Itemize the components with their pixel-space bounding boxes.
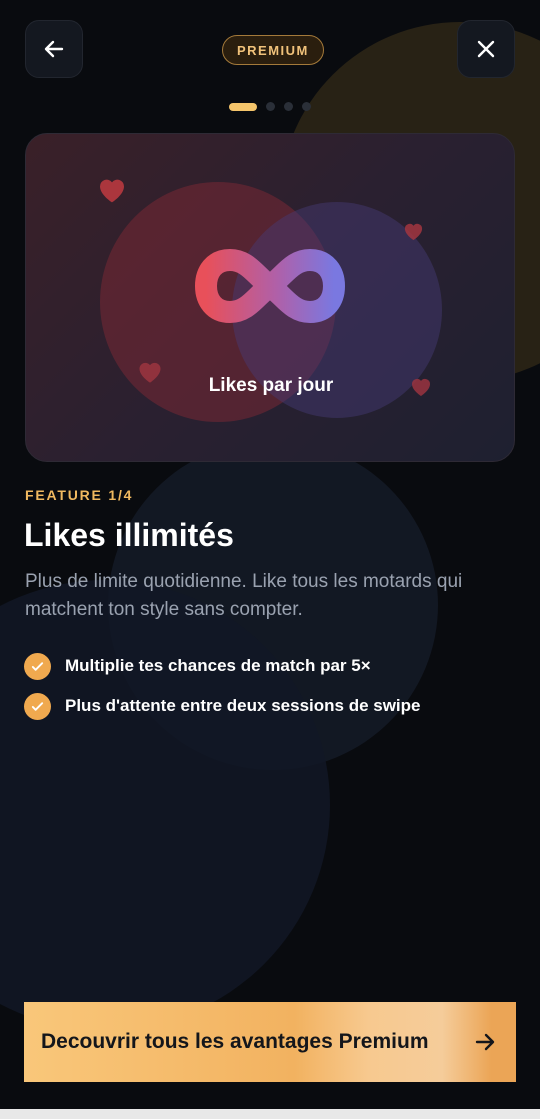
close-button[interactable] bbox=[457, 20, 515, 78]
benefit-text: Multiplie tes chances de match par 5× bbox=[65, 656, 371, 675]
feature-title: Likes illimités bbox=[24, 517, 234, 553]
discover-premium-button[interactable]: Decouvrir tous les avantages Premium bbox=[24, 1002, 516, 1082]
page-dot-active[interactable] bbox=[229, 102, 257, 111]
feature-illustration-card: Likes par jour bbox=[25, 133, 515, 462]
arrow-left-icon bbox=[44, 40, 64, 58]
page-dot[interactable] bbox=[302, 102, 311, 111]
system-navigation-bar bbox=[0, 1109, 540, 1119]
heart-icon bbox=[404, 223, 423, 241]
page-dot[interactable] bbox=[284, 102, 293, 111]
back-button[interactable] bbox=[25, 20, 83, 78]
benefit-text: Plus d'attente entre deux sessions de sw… bbox=[65, 696, 421, 715]
checkmark-icon bbox=[24, 692, 51, 720]
list-item: Plus d'attente entre deux sessions de sw… bbox=[24, 686, 421, 726]
close-icon bbox=[477, 40, 495, 58]
premium-feature-screen: PREMIUM Likes par jour FEATURE 1/4 Likes… bbox=[0, 0, 540, 1119]
feature-counter: FEATURE 1/4 bbox=[25, 487, 134, 503]
premium-badge: PREMIUM bbox=[222, 35, 324, 65]
checkmark-icon bbox=[24, 652, 51, 680]
hero-caption: Likes par jour bbox=[208, 375, 334, 396]
page-indicator bbox=[229, 102, 311, 111]
heart-icon bbox=[100, 179, 124, 203]
arrow-right-icon bbox=[475, 1033, 495, 1051]
cta-label: Decouvrir tous les avantages Premium bbox=[41, 1030, 429, 1053]
list-item: Multiplie tes chances de match par 5× bbox=[24, 646, 421, 686]
page-dot[interactable] bbox=[266, 102, 275, 111]
feature-description: Plus de limite quotidienne. Like tous le… bbox=[25, 571, 463, 620]
feature-benefits-list: Multiplie tes chances de match par 5× Pl… bbox=[24, 646, 421, 726]
infinity-icon bbox=[195, 249, 345, 323]
